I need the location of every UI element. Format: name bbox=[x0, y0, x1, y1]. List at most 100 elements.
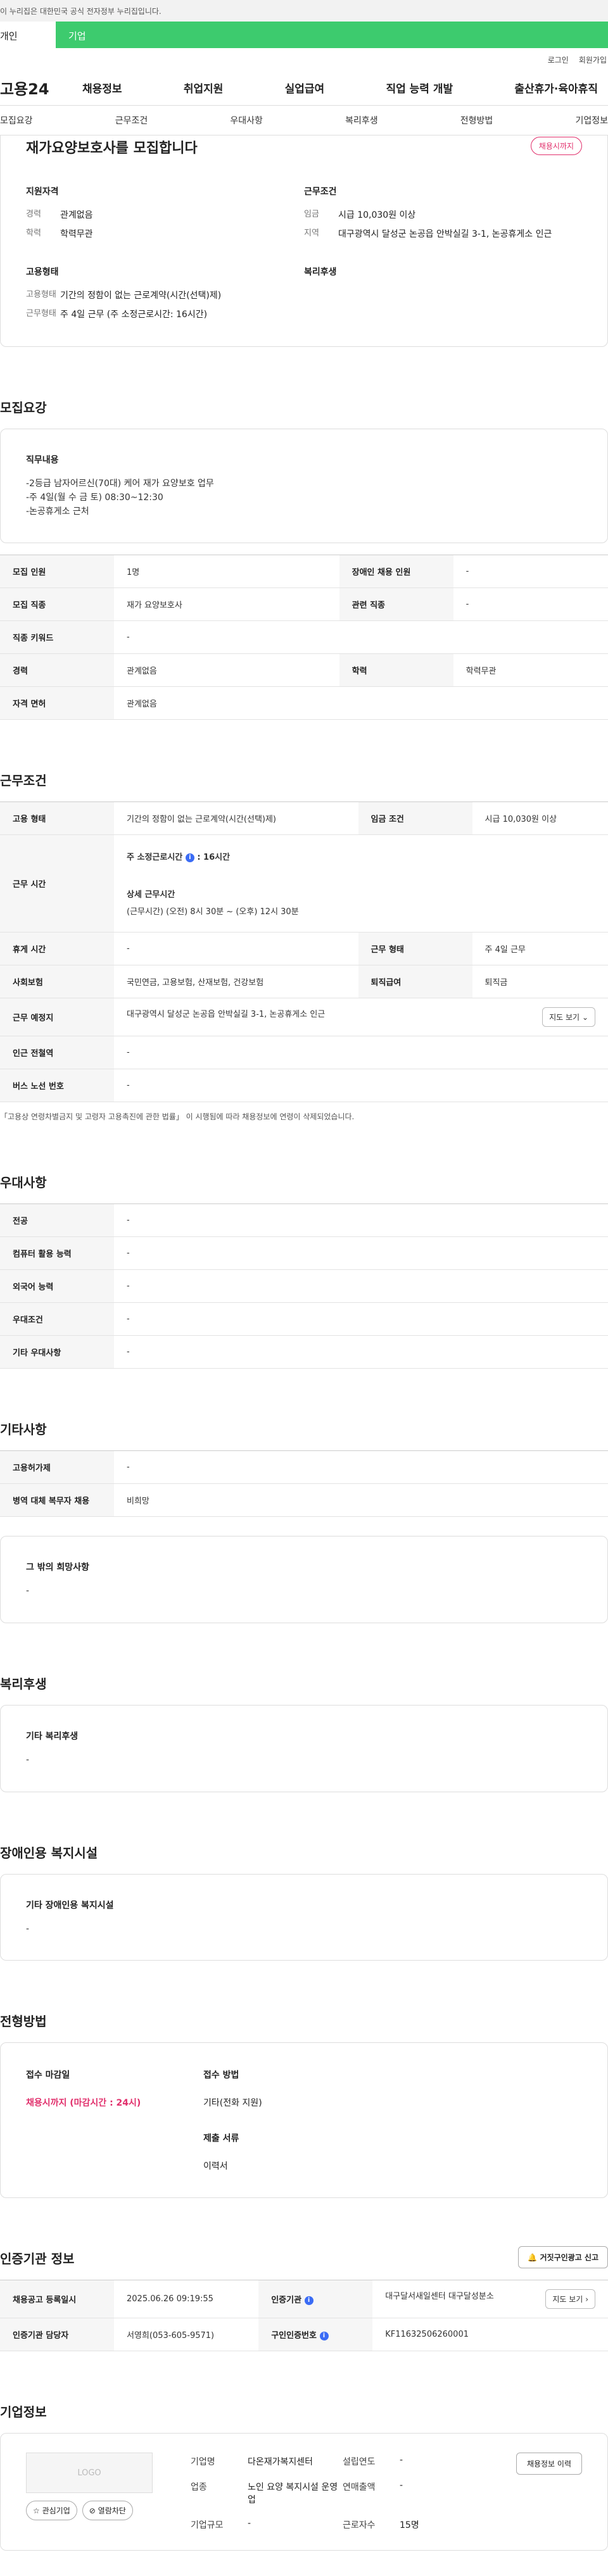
block-view-button[interactable]: ⊘ 열람차단 bbox=[82, 2501, 133, 2521]
table-row: 버스 노선 번호 - bbox=[0, 1069, 608, 1103]
welfare-box: 기타 복리후생 - bbox=[0, 1704, 608, 1792]
signup-link[interactable]: 회원가입 bbox=[579, 54, 607, 70]
tab-enterprise[interactable]: 기업 bbox=[56, 22, 132, 48]
detail-hours-value: (근무시간) (오전) 8시 30분 ~ (오후) 12시 30분 bbox=[127, 907, 299, 917]
anchor-nav: 모집요강 근무조건 우대사항 복리후생 전형방법 기업정보 bbox=[0, 105, 608, 135]
gov-banner: 이 누리집은 대한민국 공식 전자정부 누리집입니다. bbox=[0, 0, 608, 22]
gnb-item-unemployment[interactable]: 실업급여 bbox=[285, 80, 325, 96]
table-row: 직종 키워드 - bbox=[0, 620, 608, 655]
table-row: 자격 면허 관계없음 bbox=[0, 686, 608, 720]
etc-table: 고용허가제 - 병역 대체 복무자 채용 비희망 bbox=[0, 1450, 608, 1517]
table-row: 근무 시간 주 소정근로시간 i : 16시간 상세 근무시간 (근무시간) (… bbox=[0, 834, 608, 933]
duty-line: -논공휴게소 근처 bbox=[26, 506, 89, 517]
age-note: 「고용상 연령차별금지 및 고령자 고용촉진에 관한 법률」 이 시행됨에 따라… bbox=[0, 1112, 355, 1122]
work-table: 고용 형태 기간의 정함이 없는 근로계약(시간(선택)제) 임금 조건 시급 10,… bbox=[0, 801, 608, 1103]
section-title-company: 기업정보 bbox=[0, 2404, 47, 2420]
table-row: 고용 형태 기간의 정함이 없는 근로계약(시간(선택)제) 임금 조건 시급 10,… bbox=[0, 801, 608, 836]
duty-heading: 직무내용 bbox=[26, 455, 59, 466]
section-title-cert: 인증기관 정보 🔔 거짓구인광고 신고 bbox=[0, 2246, 608, 2269]
table-row: 컴퓨터 활용 능력 - bbox=[0, 1236, 608, 1271]
pref-table: 전공 - 컴퓨터 활용 능력 - 외국어 능력 - 우대조건 - 기타 우대사항 - bbox=[0, 1203, 608, 1369]
global-nav: 고용24 채용정보 취업지원 실업급여 직업 능력 개발 출산휴가·육아휴직 bbox=[0, 70, 608, 105]
table-row: 경력 관계없음 학력 학력무관 bbox=[0, 653, 608, 688]
process-box: 접수 마감일 채용시까지 (마감시간 : 24시) 접수 방법 기타(전화 지원… bbox=[0, 2042, 608, 2199]
detail-hours-label: 상세 근무시간 bbox=[127, 890, 175, 900]
welfare-heading: 복리후생 bbox=[304, 267, 337, 277]
table-row: 외국어 능력 - bbox=[0, 1269, 608, 1304]
weekly-hours: 주 소정근로시간 i : 16시간 bbox=[127, 853, 231, 863]
company-logo: LOGO bbox=[26, 2453, 153, 2494]
favorite-company-button[interactable]: ☆ 관심기업 bbox=[26, 2501, 77, 2521]
company-info-grid: 기업명 다온재가복지센터 설립연도 - 업종 노인 요양 복지시설 운영업 연매출액 -… bbox=[191, 2455, 419, 2531]
chevron-right-icon: › bbox=[585, 2295, 588, 2304]
info-icon[interactable]: i bbox=[304, 2296, 314, 2305]
anchor-welfare[interactable]: 복리후생 bbox=[345, 114, 378, 127]
section-title-disability: 장애인용 복지시설 bbox=[0, 1845, 98, 1861]
status-badge: 채용시까지 bbox=[530, 137, 582, 155]
bell-icon: 🔔 bbox=[528, 2253, 538, 2263]
disability-box: 기타 장애인용 복지시설 - bbox=[0, 1873, 608, 1961]
hiring-history-button[interactable]: 채용정보 이력 bbox=[516, 2453, 582, 2475]
deadline-value: 채용시까지 (마감시간 : 24시) bbox=[26, 2098, 141, 2109]
gnb-item-jobs[interactable]: 채용정보 bbox=[82, 80, 122, 96]
table-row: 모집 인원 1명 장애인 채용 인원 - bbox=[0, 555, 608, 589]
summary-row: 임금 시급 10,030원 이상 bbox=[304, 210, 416, 220]
cert-table: 채용공고 등록일시 2025.06.26 09:19:55 인증기관 i 대구달서… bbox=[0, 2280, 608, 2352]
section-title-work: 근무조건 bbox=[0, 773, 47, 789]
anchor-recruit[interactable]: 모집요강 bbox=[0, 114, 33, 127]
table-row: 인증기관 담당자 서영희(053-605-9571) 구인인증번호 i KF116… bbox=[0, 2318, 608, 2352]
etc-box: 그 밖의 희망사항 - bbox=[0, 1536, 608, 1623]
block-icon: ⊘ bbox=[89, 2506, 96, 2516]
summary-row: 근무형태 주 4일 근무 (주 소정근로시간: 16시간) bbox=[26, 308, 208, 320]
table-row: 기타 우대사항 - bbox=[0, 1335, 608, 1369]
table-row: 채용공고 등록일시 2025.06.26 09:19:55 인증기관 i 대구달서… bbox=[0, 2280, 608, 2319]
table-row: 근무 예정지 대구광역시 달성군 논공읍 안박실길 3-1, 논공휴게소 인근 지도… bbox=[0, 998, 608, 1037]
section-title-process: 전형방법 bbox=[0, 2014, 47, 2030]
gnb-item-employment-support[interactable]: 취업지원 bbox=[184, 80, 224, 96]
section-title-etc: 기타사항 bbox=[0, 1422, 47, 1438]
anchor-pref[interactable]: 우대사항 bbox=[230, 114, 263, 127]
info-icon[interactable]: i bbox=[319, 2331, 329, 2340]
gnb-item-training[interactable]: 직업 능력 개발 bbox=[386, 80, 453, 96]
table-row: 인근 전철역 - bbox=[0, 1036, 608, 1070]
report-button[interactable]: 🔔 거짓구인광고 신고 bbox=[518, 2246, 608, 2269]
summary-row: 고용형태 기간의 정함이 없는 근로계약(시간(선택)제) bbox=[26, 289, 222, 301]
table-row: 고용허가제 - bbox=[0, 1450, 608, 1485]
login-link[interactable]: 로그인 bbox=[548, 54, 569, 70]
star-icon: ☆ bbox=[33, 2506, 40, 2516]
table-row: 전공 - bbox=[0, 1203, 608, 1238]
map-button[interactable]: 지도 보기 ⌄ bbox=[542, 1007, 595, 1027]
anchor-work[interactable]: 근무조건 bbox=[115, 114, 148, 127]
table-row: 사회보험 국민연금, 고용보험, 산재보험, 건강보험 퇴직급여 퇴직금 bbox=[0, 965, 608, 999]
duty-line: -2등급 남자어르신(70대) 케어 재가 요양보호 업무 bbox=[26, 479, 214, 489]
condition-heading: 근무조건 bbox=[304, 187, 337, 197]
utility-links: 로그인 회원가입 bbox=[0, 48, 608, 70]
job-title: 재가요양보호사를 모집합니다 bbox=[26, 141, 198, 156]
tab-personal[interactable]: 개인 bbox=[0, 22, 56, 48]
summary-row: 학력 학력무관 bbox=[26, 229, 93, 240]
gnb-item-leave[interactable]: 출산휴가·육아휴직 bbox=[514, 80, 598, 96]
duty-line: -주 4일(월 수 금 토) 08:30~12:30 bbox=[26, 492, 163, 503]
info-icon[interactable]: i bbox=[185, 853, 194, 862]
map-button[interactable]: 지도 보기 › bbox=[545, 2289, 595, 2309]
table-row: 우대조건 - bbox=[0, 1302, 608, 1336]
site-logo[interactable]: 고용24 bbox=[0, 77, 82, 99]
anchor-company[interactable]: 기업정보 bbox=[575, 114, 608, 127]
table-row: 휴게 시간 - 근무 형태 주 4일 근무 bbox=[0, 932, 608, 966]
anchor-process[interactable]: 전형방법 bbox=[460, 114, 493, 127]
job-summary: 재가요양보호사를 모집합니다 채용시까지 지원자격 경력 관계없음 학력 학력무관 … bbox=[0, 135, 608, 348]
recruit-table: 모집 인원 1명 장애인 채용 인원 - 모집 직종 재가 요양보호사 관련 직종 - 직종… bbox=[0, 555, 608, 720]
qualification-heading: 지원자격 bbox=[26, 187, 59, 197]
user-tabs: 개인 기업 bbox=[0, 22, 608, 48]
summary-row: 경력 관계없음 bbox=[26, 210, 93, 220]
table-row: 병역 대체 복무자 채용 비희망 bbox=[0, 1483, 608, 1517]
duty-box: 직무내용 -2등급 남자어르신(70대) 케어 재가 요양보호 업무 -주 4일… bbox=[0, 429, 608, 544]
chevron-down-icon: ⌄ bbox=[581, 1013, 588, 1022]
section-title-welfare: 복리후생 bbox=[0, 1676, 47, 1692]
company-box: LOGO ☆ 관심기업 ⊘ 열람차단 기업명 다온재가복지센터 설립연도 - 업종 노… bbox=[0, 2433, 608, 2551]
employment-heading: 고용형태 bbox=[26, 267, 59, 277]
section-title-recruit: 모집요강 bbox=[0, 400, 47, 416]
section-title-pref: 우대사항 bbox=[0, 1175, 47, 1191]
summary-row: 지역 대구광역시 달성군 논공읍 안박실길 3-1, 논공휴게소 인근 bbox=[304, 229, 552, 240]
table-row: 모집 직종 재가 요양보호사 관련 직종 - bbox=[0, 587, 608, 622]
